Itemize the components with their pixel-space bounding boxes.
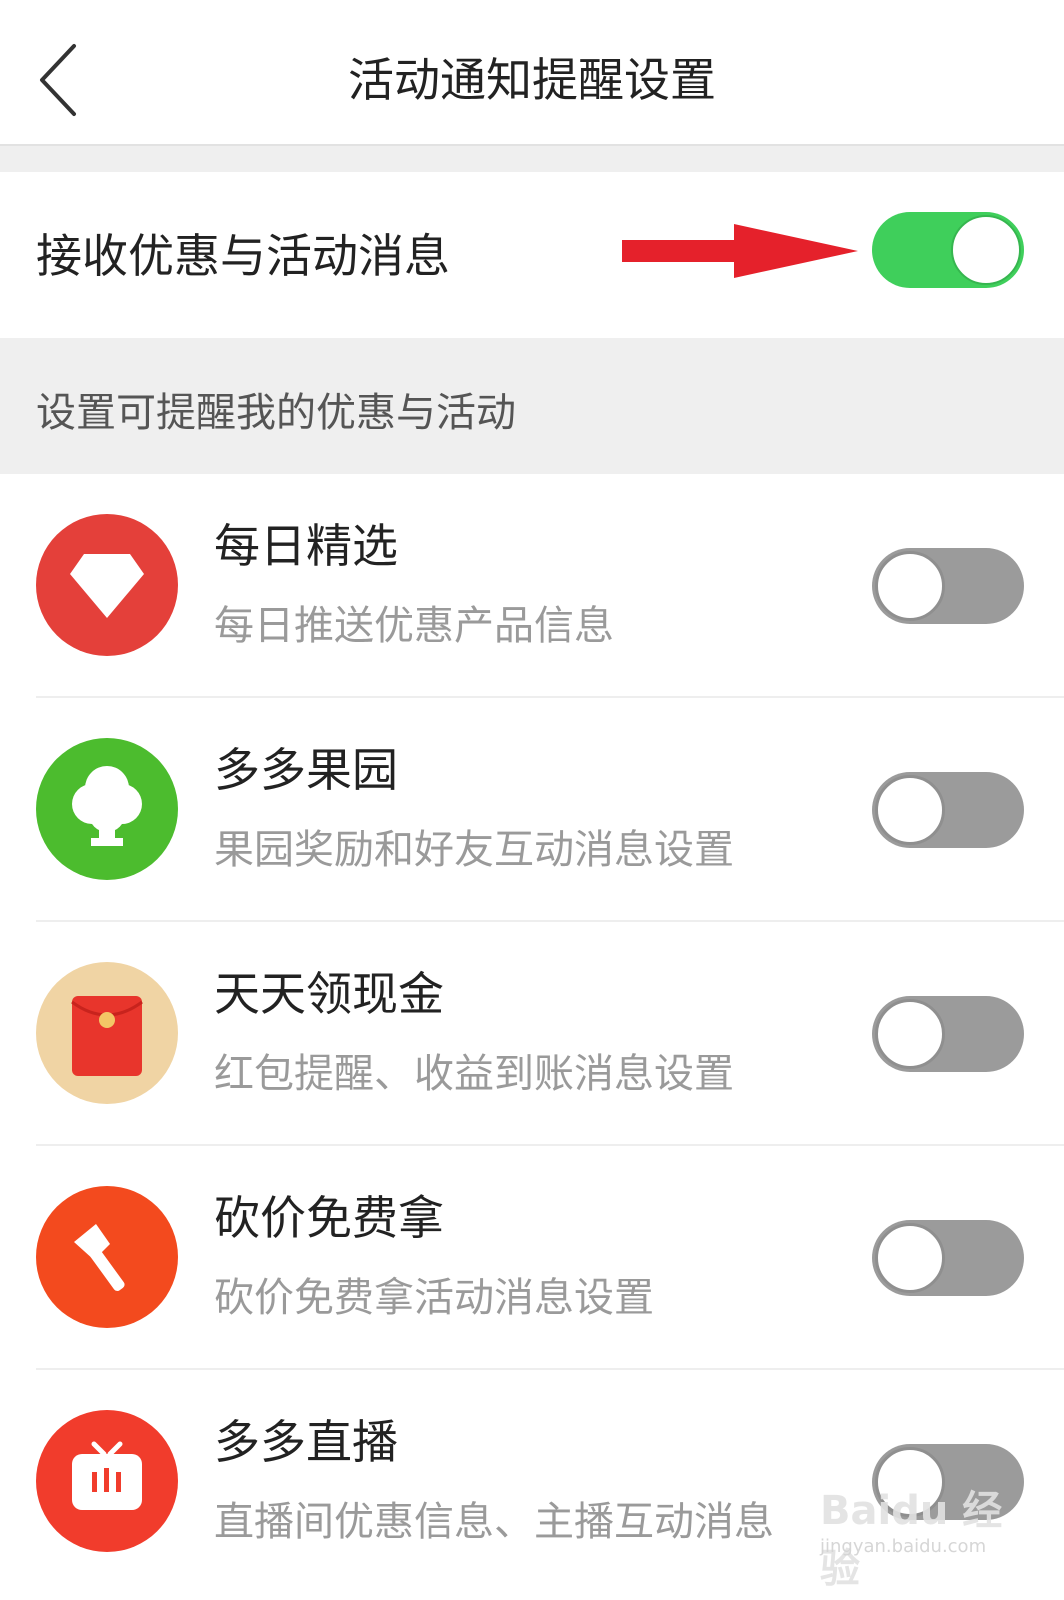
daily-picks-toggle[interactable] xyxy=(872,548,1024,624)
list-item-orchard: 多多果园 果园奖励和好友互动消息设置 xyxy=(0,698,1064,922)
tree-icon xyxy=(36,738,178,880)
spacer xyxy=(0,146,1064,172)
toggle-knob xyxy=(875,999,945,1069)
item-subtitle: 红包提醒、收益到账消息设置 xyxy=(214,1051,734,1097)
page-title: 活动通知提醒设置 xyxy=(348,53,716,107)
item-subtitle: 每日推送优惠产品信息 xyxy=(214,603,614,649)
toggle-knob xyxy=(951,215,1021,285)
daily-cash-toggle[interactable] xyxy=(872,996,1024,1072)
top-bar: 活动通知提醒设置 xyxy=(0,0,1064,146)
red-envelope-icon xyxy=(36,962,178,1104)
item-title: 多多果园 xyxy=(214,743,398,797)
diamond-icon xyxy=(36,514,178,656)
toggle-knob xyxy=(875,775,945,845)
red-arrow-annotation xyxy=(622,224,858,278)
item-subtitle: 果园奖励和好友互动消息设置 xyxy=(214,827,734,873)
item-title: 每日精选 xyxy=(214,519,398,573)
item-title: 砍价免费拿 xyxy=(214,1191,444,1245)
section-label: 设置可提醒我的优惠与活动 xyxy=(36,390,516,436)
toggle-knob xyxy=(875,551,945,621)
receive-promotions-row: 接收优惠与活动消息 xyxy=(0,172,1064,338)
item-subtitle: 砍价免费拿活动消息设置 xyxy=(214,1275,654,1321)
item-subtitle: 直播间优惠信息、主播互动消息 xyxy=(214,1499,774,1545)
toggle-knob xyxy=(875,1223,945,1293)
list-item-bargain: 砍价免费拿 砍价免费拿活动消息设置 xyxy=(0,1146,1064,1370)
tv-icon xyxy=(36,1410,178,1552)
list-item-daily-cash: 天天领现金 红包提醒、收益到账消息设置 xyxy=(0,922,1064,1146)
list-item-daily-picks: 每日精选 每日推送优惠产品信息 xyxy=(0,474,1064,698)
receive-promotions-label: 接收优惠与活动消息 xyxy=(36,229,450,283)
receive-promotions-toggle[interactable] xyxy=(872,212,1024,288)
watermark-sub: jingyan.baidu.com xyxy=(820,1536,987,1557)
axe-icon xyxy=(36,1186,178,1328)
section-header: 设置可提醒我的优惠与活动 xyxy=(0,338,1064,474)
item-title: 多多直播 xyxy=(214,1415,398,1469)
bargain-toggle[interactable] xyxy=(872,1220,1024,1296)
orchard-toggle[interactable] xyxy=(872,772,1024,848)
item-title: 天天领现金 xyxy=(214,967,444,1021)
baidu-watermark: Baidu 经验 jingyan.baidu.com xyxy=(820,1478,1020,1592)
